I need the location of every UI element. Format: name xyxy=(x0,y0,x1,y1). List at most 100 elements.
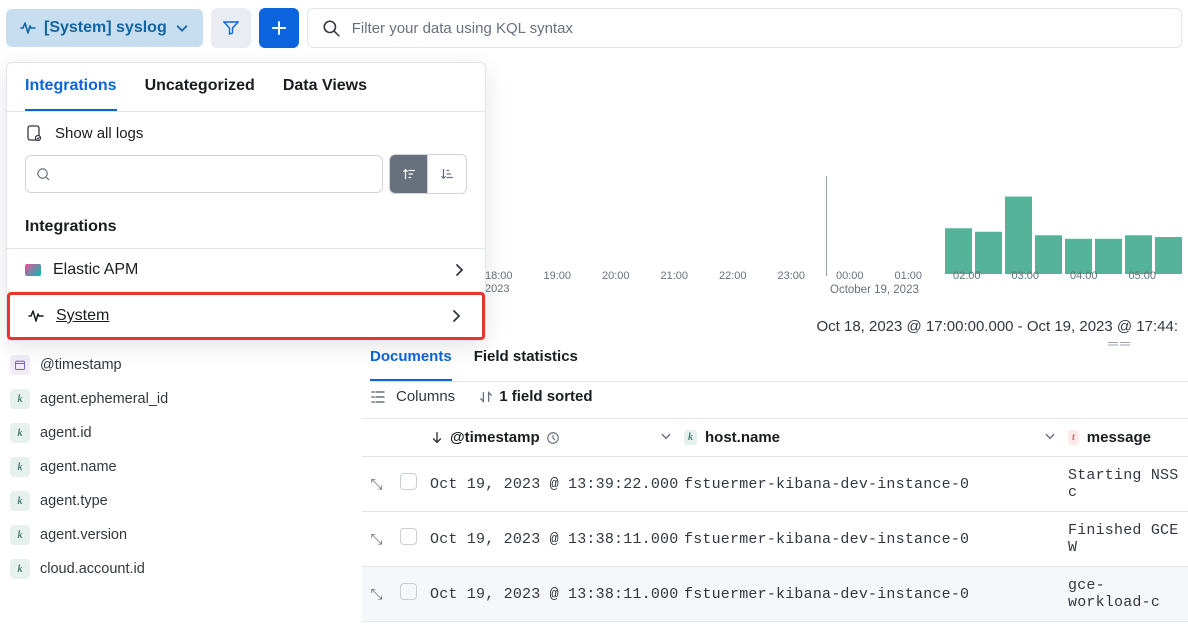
axis-tick: 04:00 xyxy=(1070,270,1098,282)
field-label: agent.type xyxy=(40,493,108,509)
field-label: agent.name xyxy=(40,459,117,475)
row-checkbox[interactable] xyxy=(400,583,417,600)
field-label: agent.ephemeral_id xyxy=(40,391,168,407)
table-row[interactable]: ⤢ Oct 19, 2023 @ 13:38:11.000fstuermer-ki… xyxy=(362,567,1188,622)
row-checkbox[interactable] xyxy=(400,528,417,545)
tab-field-statistics[interactable]: Field statistics xyxy=(474,348,578,381)
tab-uncategorized[interactable]: Uncategorized xyxy=(145,77,255,111)
search-icon xyxy=(36,167,51,182)
field-type-text-icon: t xyxy=(1068,430,1079,445)
cell-message: Starting NSS c xyxy=(1068,467,1180,501)
sort-asc-icon xyxy=(402,167,416,181)
apm-icon xyxy=(25,264,41,276)
cell-host: fstuermer-kibana-dev-instance-0 xyxy=(684,476,1068,493)
cell-host: fstuermer-kibana-dev-instance-0 xyxy=(684,531,1068,548)
axis-tick: 01:00 xyxy=(895,270,923,282)
time-range-label: Oct 18, 2023 @ 17:00:00.000 - Oct 19, 20… xyxy=(788,312,1188,335)
integration-system[interactable]: System xyxy=(7,292,485,340)
sort-icon xyxy=(479,390,493,404)
keyword-field-icon: k xyxy=(10,423,30,443)
keyword-field-icon: k xyxy=(10,389,30,409)
dropdown-section-title: Integrations xyxy=(7,208,485,249)
integration-label: System xyxy=(56,307,109,325)
field-item[interactable]: k agent.type xyxy=(6,484,356,518)
integration-elastic-apm[interactable]: Elastic APM xyxy=(7,249,485,292)
pulse-icon xyxy=(20,20,36,36)
integration-label: Elastic APM xyxy=(53,261,138,279)
axis-tick: 22:00 xyxy=(719,270,747,282)
data-view-dropdown: Integrations Uncategorized Data Views Sh… xyxy=(6,62,486,341)
expand-icon[interactable]: ⤢ xyxy=(367,533,385,545)
chevron-down-icon xyxy=(175,21,189,35)
col-timestamp-label[interactable]: @timestamp xyxy=(450,429,540,446)
field-item[interactable]: k agent.id xyxy=(6,416,356,450)
table-row[interactable]: ⤢ Oct 19, 2023 @ 13:39:22.000fstuermer-ki… xyxy=(362,457,1188,512)
field-type-keyword-icon: k xyxy=(684,430,697,445)
col-menu-button[interactable] xyxy=(1044,429,1068,446)
table-row[interactable]: ⤢ Oct 19, 2023 @ 13:38:11.000fstuermer-ki… xyxy=(362,512,1188,567)
axis-tick: 05:00 xyxy=(1129,270,1157,282)
expand-icon[interactable]: ⤢ xyxy=(367,478,385,490)
keyword-field-icon: k xyxy=(10,457,30,477)
field-item[interactable]: @timestamp xyxy=(6,348,356,382)
col-message-label[interactable]: message xyxy=(1087,429,1151,446)
data-view-selector[interactable]: [System] syslog xyxy=(6,9,203,47)
cell-timestamp: Oct 19, 2023 @ 13:38:11.000 xyxy=(430,586,684,603)
keyword-field-icon: k xyxy=(10,559,30,579)
axis-tick: 21:00 xyxy=(661,270,689,282)
axis-tick: 00:00 xyxy=(836,270,864,282)
arrow-down-icon[interactable] xyxy=(430,431,444,445)
row-checkbox[interactable] xyxy=(400,473,417,490)
tab-documents[interactable]: Documents xyxy=(370,348,452,381)
dropdown-search[interactable] xyxy=(25,155,383,193)
add-filter-button[interactable] xyxy=(259,8,299,48)
filter-icon xyxy=(223,20,239,36)
chevron-right-icon xyxy=(451,262,467,278)
sort-desc-button[interactable] xyxy=(428,155,466,193)
tab-data-views[interactable]: Data Views xyxy=(283,77,367,111)
field-item[interactable]: k agent.name xyxy=(6,450,356,484)
axis-date-right: October 19, 2023 xyxy=(830,284,919,296)
calendar-icon xyxy=(10,355,30,375)
sort-asc-button[interactable] xyxy=(390,155,428,193)
field-item[interactable]: k agent.ephemeral_id xyxy=(6,382,356,416)
cell-host: fstuermer-kibana-dev-instance-0 xyxy=(684,586,1068,603)
fields-sidebar: @timestampkagent.ephemeral_idkagent.idka… xyxy=(6,348,356,586)
axis-date-left: 2023 xyxy=(485,283,509,295)
plus-icon xyxy=(271,20,287,36)
chevron-right-icon xyxy=(448,308,464,324)
field-item[interactable]: kagent.version xyxy=(6,518,356,552)
axis-tick: 03:00 xyxy=(1012,270,1040,282)
cell-timestamp: Oct 19, 2023 @ 13:38:11.000 xyxy=(430,531,684,548)
cell-message: Finished GCE W xyxy=(1068,522,1180,556)
cell-timestamp: Oct 19, 2023 @ 13:39:22.000 xyxy=(430,476,684,493)
axis-tick: 19:00 xyxy=(544,270,572,282)
show-all-logs[interactable]: Show all logs xyxy=(7,112,485,154)
field-label: @timestamp xyxy=(40,357,122,373)
columns-label[interactable]: Columns xyxy=(396,388,455,405)
axis-tick: 20:00 xyxy=(602,270,630,282)
histogram-bars xyxy=(945,184,1188,276)
filter-button[interactable] xyxy=(211,8,251,48)
columns-icon[interactable] xyxy=(370,389,386,405)
field-item[interactable]: kcloud.account.id xyxy=(6,552,356,586)
axis-tick: 18:00 xyxy=(485,270,513,282)
col-host-label[interactable]: host.name xyxy=(705,429,780,446)
documents-table: @timestamp k host.name t message ⤢ Oct 19… xyxy=(362,418,1188,622)
field-label: agent.id xyxy=(40,425,92,441)
table-header: @timestamp k host.name t message xyxy=(362,419,1188,457)
field-label: agent.version xyxy=(40,527,127,543)
tab-integrations[interactable]: Integrations xyxy=(25,77,117,111)
chart-divider xyxy=(826,176,827,276)
sort-indicator[interactable]: 1 field sorted xyxy=(479,388,592,405)
kql-search-bar[interactable] xyxy=(307,8,1182,48)
kql-input[interactable] xyxy=(352,20,1167,37)
expand-icon[interactable]: ⤢ xyxy=(367,588,385,600)
search-icon xyxy=(322,19,340,37)
pulse-icon xyxy=(28,308,44,324)
col-menu-button[interactable] xyxy=(660,429,684,446)
cell-message: gce-workload-c xyxy=(1068,577,1180,611)
keyword-field-icon: k xyxy=(10,491,30,511)
sort-desc-icon xyxy=(440,167,454,181)
data-view-label: [System] syslog xyxy=(44,19,167,37)
